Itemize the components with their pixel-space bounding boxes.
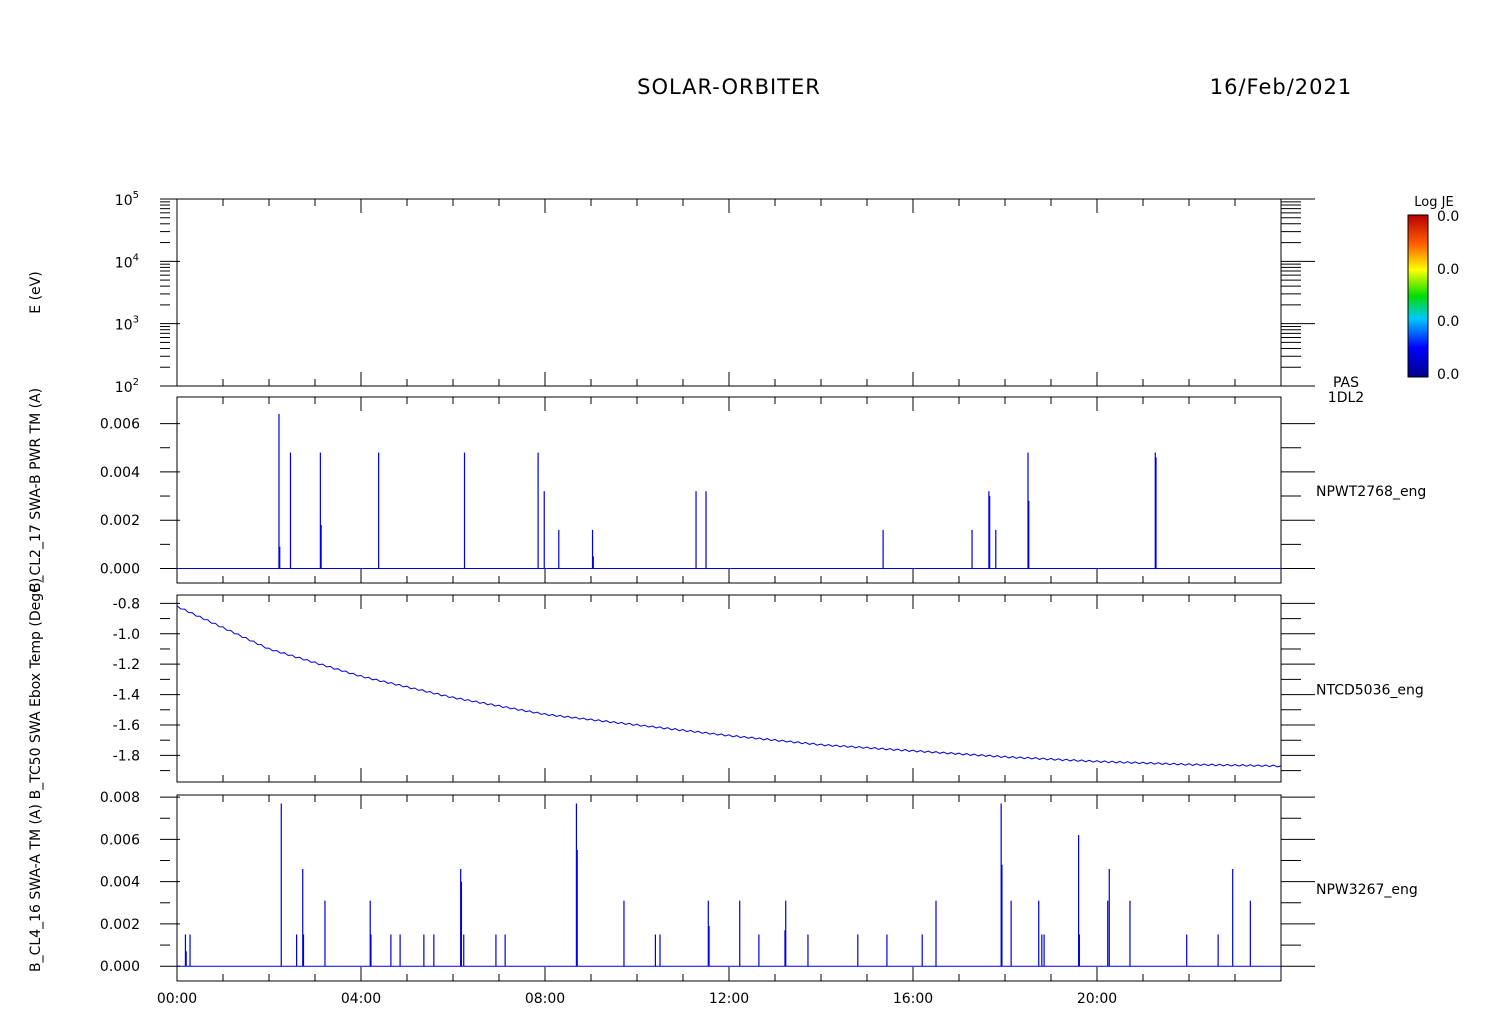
ebox-temperature-panel: -0.8 -1.0 -1.2 -1.4 -1.6 -1.8 B_TC50 SWA Ebox … bbox=[28, 578, 1424, 800]
y-tick-label-exponent: 2 bbox=[133, 377, 139, 388]
y-tick-label: 0.004 bbox=[100, 465, 140, 481]
y-tick-label: -1.4 bbox=[113, 688, 140, 704]
series-label: NPW3267_eng bbox=[1316, 882, 1418, 898]
colorbar-label: 0.0 bbox=[1437, 209, 1459, 225]
y-tick-label-base: 10 bbox=[115, 318, 133, 334]
swa-b-power-panel: 0.006 0.004 0.002 0.000 B_CL2_17 SWA-B PWR T… bbox=[28, 388, 1426, 592]
solar-orbiter-summary-plot: SOLAR-ORBITER 16/Feb/2021 Log JE 0.0 0.0… bbox=[28, 75, 1459, 1007]
mission-title: SOLAR-ORBITER bbox=[637, 75, 821, 99]
y-axis-label: B_TC50 SWA Ebox Temp (DegC) bbox=[28, 578, 44, 800]
series-label: NPWT2768_eng bbox=[1316, 484, 1426, 500]
y-tick-label: 102 bbox=[115, 377, 139, 396]
y-tick-label: -1.0 bbox=[113, 627, 140, 643]
x-tick-label: 00:00 bbox=[157, 991, 197, 1007]
colorbar-label: 0.0 bbox=[1437, 367, 1459, 383]
y-tick-label: 104 bbox=[115, 252, 139, 271]
x-tick-label: 16:00 bbox=[893, 991, 933, 1007]
panel-frame bbox=[176, 594, 1282, 783]
y-tick-label: 0.000 bbox=[100, 562, 140, 578]
x-tick-label: 08:00 bbox=[525, 991, 565, 1007]
colorbar: Log JE 0.0 0.0 0.0 0.0 bbox=[1407, 195, 1459, 383]
y-axis-label: E (eV) bbox=[28, 271, 44, 313]
panel-frame bbox=[176, 794, 1282, 982]
swa-a-current-panel: 0.008 0.006 0.004 0.002 0.000 B_CL4_16 SWA-A … bbox=[28, 790, 1418, 1007]
y-tick-label-exponent: 5 bbox=[133, 190, 139, 201]
colorbar-title: Log JE bbox=[1414, 195, 1453, 210]
y-tick-label: -0.8 bbox=[113, 596, 140, 612]
temperature-line bbox=[176, 605, 1282, 768]
x-tick-label: 12:00 bbox=[709, 991, 749, 1007]
y-tick-label: 0.002 bbox=[100, 513, 140, 529]
y-tick-label: -1.2 bbox=[113, 657, 140, 673]
colorbar-label: 0.0 bbox=[1437, 314, 1459, 330]
y-tick-label-base: 10 bbox=[115, 380, 133, 396]
y-tick-label-base: 10 bbox=[115, 193, 133, 209]
series-label: NTCD5036_eng bbox=[1316, 683, 1424, 699]
x-tick-label: 20:00 bbox=[1077, 991, 1117, 1007]
y-axis-label: B_CL2_17 SWA-B PWR TM (A) bbox=[28, 388, 44, 592]
y-tick-label: 0.000 bbox=[100, 959, 140, 975]
y-tick-label: 105 bbox=[115, 190, 139, 209]
colorbar-gradient bbox=[1407, 214, 1429, 378]
energy-spectrogram-panel: 105104103102E (eV)PAS1DL2 bbox=[28, 190, 1364, 406]
y-tick-label: 103 bbox=[115, 315, 139, 334]
y-tick-label: -1.8 bbox=[113, 748, 140, 764]
y-tick-label-exponent: 3 bbox=[133, 315, 139, 326]
colorbar-label: 0.0 bbox=[1437, 262, 1459, 278]
date-label: 16/Feb/2021 bbox=[1210, 75, 1353, 99]
y-tick-label: 0.008 bbox=[100, 790, 140, 806]
y-tick-label: -1.6 bbox=[113, 718, 140, 734]
y-tick-label-base: 10 bbox=[115, 255, 133, 271]
panel-label: PAS bbox=[1333, 375, 1359, 391]
y-tick-label: 0.004 bbox=[100, 875, 140, 891]
panel-frame bbox=[176, 198, 1282, 387]
x-tick-label: 04:00 bbox=[341, 991, 381, 1007]
y-tick-label-exponent: 4 bbox=[133, 252, 139, 263]
panel-frame bbox=[176, 396, 1282, 584]
panel-label: 1DL2 bbox=[1328, 390, 1364, 406]
y-tick-label: 0.006 bbox=[100, 417, 140, 433]
y-axis-label: B_CL4_16 SWA-A TM (A) bbox=[28, 804, 44, 972]
y-tick-label: 0.006 bbox=[100, 832, 140, 848]
y-tick-label: 0.002 bbox=[100, 917, 140, 933]
